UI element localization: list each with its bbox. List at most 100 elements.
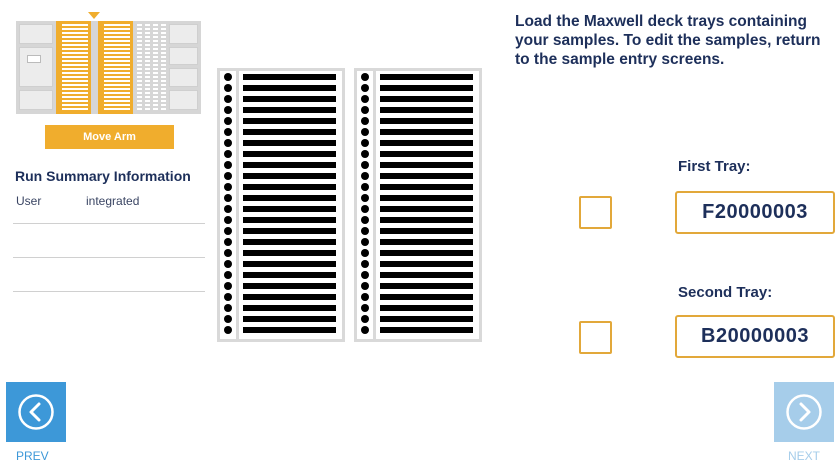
- summary-row: User integrated: [13, 190, 205, 224]
- deck-slot: [153, 24, 158, 111]
- tray-cartridge-bar: [380, 239, 473, 245]
- deck-block: [19, 24, 53, 44]
- tray-well: [361, 139, 369, 147]
- tray-well: [361, 249, 369, 257]
- tray-illustration-second: [354, 68, 482, 342]
- deck-block: [169, 47, 198, 65]
- prev-button[interactable]: [6, 382, 66, 442]
- deck-slot: [145, 24, 150, 111]
- instructions-text: Load the Maxwell deck trays containing y…: [515, 13, 821, 68]
- tray-cartridge-bar: [380, 107, 473, 113]
- tray-well: [361, 84, 369, 92]
- second-tray-checkbox[interactable]: [579, 321, 612, 354]
- prev-label[interactable]: PREV: [16, 449, 49, 463]
- chevron-left-circle-icon: [18, 394, 54, 430]
- deck-slot-highlighted: [98, 21, 133, 114]
- tray-well: [361, 282, 369, 290]
- tray-well: [361, 161, 369, 169]
- tray-well: [224, 315, 232, 323]
- tray-well: [224, 260, 232, 268]
- tray-cartridge-bar: [243, 272, 336, 278]
- second-tray-label: Second Tray:: [678, 284, 773, 301]
- tray-cartridge-bar: [243, 250, 336, 256]
- tray-cartridge-bar: [243, 217, 336, 223]
- tray-well: [361, 128, 369, 136]
- tray-cartridge-bar: [243, 140, 336, 146]
- second-tray-id-field[interactable]: B20000003: [675, 315, 835, 358]
- next-button[interactable]: [774, 382, 834, 442]
- tray-well: [224, 271, 232, 279]
- next-label[interactable]: NEXT: [788, 449, 820, 463]
- chevron-right-circle-icon: [786, 394, 822, 430]
- tray-well: [361, 227, 369, 235]
- tray-well: [224, 128, 232, 136]
- deck-slot: [161, 24, 166, 111]
- tray-well: [361, 194, 369, 202]
- deck-position-marker-icon: [88, 12, 100, 19]
- run-summary-title: Run Summary Information: [15, 168, 191, 184]
- tray-cartridge-bar: [243, 162, 336, 168]
- first-tray-checkbox[interactable]: [579, 196, 612, 229]
- tray-well: [224, 194, 232, 202]
- tray-cartridge-bar: [243, 261, 336, 267]
- tray-cartridge-bar: [243, 107, 336, 113]
- tray-cartridge-bar: [380, 261, 473, 267]
- tray-cartridge-bar: [243, 184, 336, 190]
- tray-well: [224, 106, 232, 114]
- tray-cartridge-bar: [380, 294, 473, 300]
- tray-well: [361, 315, 369, 323]
- tray-well: [361, 73, 369, 81]
- tray-well: [361, 238, 369, 246]
- tray-well: [361, 260, 369, 268]
- tray-cartridge-bar: [243, 118, 336, 124]
- tray-cartridge-bar: [243, 283, 336, 289]
- summary-key: User: [16, 194, 42, 208]
- tray-cartridge-bar: [243, 195, 336, 201]
- tray-well: [361, 205, 369, 213]
- tray-well: [361, 106, 369, 114]
- tray-cartridge-bar: [380, 85, 473, 91]
- tray-cartridge-bar: [380, 206, 473, 212]
- tray-cartridge-bar: [380, 173, 473, 179]
- first-tray-id-field[interactable]: F20000003: [675, 191, 835, 234]
- tray-cartridge-bar: [380, 316, 473, 322]
- tray-cartridge-bar: [380, 305, 473, 311]
- tray-well: [361, 216, 369, 224]
- tray-cartridge-bar: [380, 129, 473, 135]
- tray-cartridge-bar: [243, 173, 336, 179]
- tray-well: [361, 117, 369, 125]
- tray-well: [361, 183, 369, 191]
- tray-cartridge-bar: [380, 250, 473, 256]
- tray-cartridge-bar: [380, 272, 473, 278]
- summary-row: [13, 258, 205, 292]
- deck-block: [169, 24, 198, 44]
- tray-cartridge-bar: [380, 162, 473, 168]
- tray-well: [224, 282, 232, 290]
- tray-illustration-first: [217, 68, 345, 342]
- tray-cartridge-bar: [243, 129, 336, 135]
- tray-well: [361, 95, 369, 103]
- tray-well: [361, 271, 369, 279]
- tray-well: [224, 326, 232, 334]
- tray-well: [361, 172, 369, 180]
- first-tray-label: First Tray:: [678, 158, 751, 175]
- tray-cartridge-bar: [243, 151, 336, 157]
- deck-block: [169, 90, 198, 110]
- deck-block-detail: [27, 55, 41, 63]
- tray-well: [224, 150, 232, 158]
- tray-cartridge-bar: [380, 217, 473, 223]
- tray-well: [361, 326, 369, 334]
- deck-block: [19, 90, 53, 110]
- tray-cartridge-bar: [243, 294, 336, 300]
- tray-well: [361, 150, 369, 158]
- tray-cartridge-bar: [243, 239, 336, 245]
- tray-well: [224, 304, 232, 312]
- tray-cartridge-bar: [243, 316, 336, 322]
- tray-cartridge-bar: [380, 228, 473, 234]
- summary-row: [13, 224, 205, 258]
- tray-well: [224, 238, 232, 246]
- tray-cartridge-bar: [380, 74, 473, 80]
- tray-cartridge-bar: [243, 305, 336, 311]
- tray-well: [224, 84, 232, 92]
- move-arm-button[interactable]: Move Arm: [45, 125, 174, 149]
